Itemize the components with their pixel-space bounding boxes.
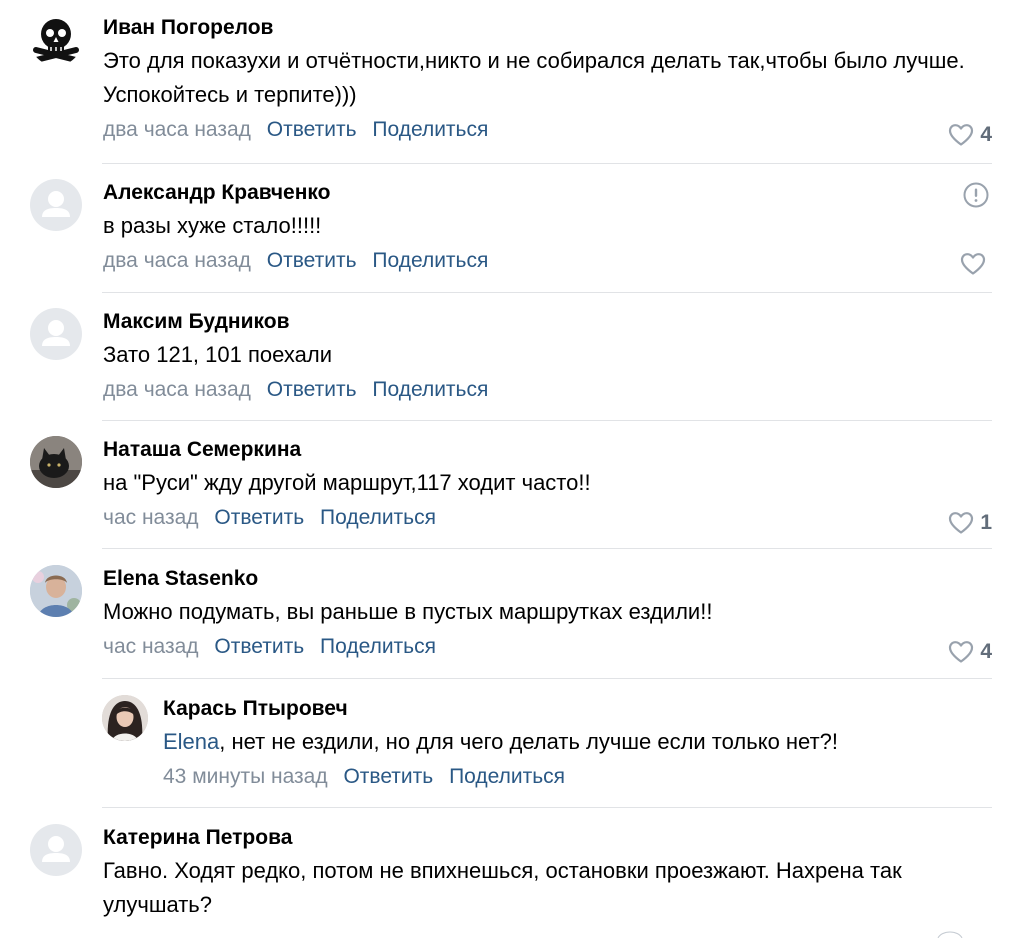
comment-author[interactable]: Александр Кравченко — [103, 179, 992, 207]
divider — [102, 678, 992, 679]
divider — [102, 548, 992, 549]
comment-text: Это для показухи и отчётности,никто и не… — [103, 48, 965, 107]
partial-icon — [937, 931, 963, 938]
default-user-icon — [42, 191, 70, 217]
comment-meta: два часа назад Ответить Поделиться — [103, 116, 992, 144]
comment-body: Максим Будников Зато 121, 101 поехали дв… — [103, 308, 992, 404]
like-count: 4 — [980, 640, 992, 663]
comment-body: Elena Stasenko Можно подумать, вы раньше… — [103, 565, 992, 661]
report-icon[interactable] — [962, 181, 990, 209]
avatar[interactable] — [30, 14, 82, 66]
comment-time[interactable]: 43 минуты назад — [163, 765, 328, 788]
heart-icon — [960, 253, 986, 275]
divider — [102, 420, 992, 421]
reply-link[interactable]: Ответить — [214, 506, 304, 529]
reply-link[interactable]: Ответить — [343, 765, 433, 788]
comment-body: Иван Погорелов Это для показухи и отчётн… — [103, 14, 992, 144]
comment-text: Elena, нет не ездили, но для чего делать… — [163, 725, 992, 759]
avatar[interactable] — [30, 436, 82, 488]
avatar[interactable] — [30, 308, 82, 360]
comment-meta: час назад Ответить Поделиться — [103, 504, 992, 532]
default-user-icon — [42, 320, 70, 346]
divider — [102, 807, 992, 808]
like-count: 4 — [980, 123, 992, 146]
heart-icon — [949, 124, 974, 146]
like-count: 1 — [980, 511, 992, 534]
share-link[interactable]: Поделиться — [372, 378, 488, 401]
avatar[interactable] — [102, 695, 148, 741]
comment-author[interactable]: Карась Птыровеч — [163, 695, 992, 723]
woman-photo-icon — [30, 565, 82, 617]
comment-author[interactable]: Наташа Семеркина — [103, 436, 992, 464]
comment-time[interactable]: два часа назад — [103, 249, 251, 272]
pirate-skull-icon — [33, 19, 79, 63]
share-link[interactable]: Поделиться — [320, 506, 436, 529]
reply-link[interactable]: Ответить — [267, 378, 357, 401]
like-button[interactable]: 1 — [948, 509, 992, 537]
comment-text: Гавно. Ходят редко, потом не впихнешься,… — [103, 858, 902, 917]
comment-text: Зато 121, 101 поехали — [103, 342, 332, 367]
heart-icon — [949, 512, 974, 534]
girl-photo-icon — [102, 695, 148, 741]
comment-author[interactable]: Иван Погорелов — [103, 14, 992, 42]
divider — [102, 292, 992, 293]
comment-meta: два часа назад Ответить Поделиться — [103, 247, 992, 275]
comment-meta: два часа назад Ответить Поделиться — [103, 376, 992, 404]
comment-author[interactable]: Elena Stasenko — [103, 565, 992, 593]
reply-link[interactable]: Ответить — [267, 249, 357, 272]
comment-time[interactable]: два часа назад — [103, 378, 251, 401]
divider — [102, 163, 992, 164]
comment-time[interactable]: час назад — [103, 506, 199, 529]
comment-time[interactable]: два часа назад — [103, 118, 251, 141]
avatar[interactable] — [30, 179, 82, 231]
heart-icon — [949, 641, 974, 663]
comment-text-content: , нет не ездили, но для чего делать лучш… — [219, 729, 838, 754]
comment-text: Можно подумать, вы раньше в пустых маршр… — [103, 599, 713, 624]
like-button[interactable]: 4 — [948, 121, 992, 149]
avatar[interactable] — [30, 824, 82, 876]
comment-body: Александр Кравченко в разы хуже стало!!!… — [103, 179, 992, 275]
comment-body: Катерина Петрова Гавно. Ходят редко, пот… — [103, 824, 992, 922]
comment-author[interactable]: Максим Будников — [103, 308, 992, 336]
like-button[interactable] — [960, 252, 992, 276]
comment-meta: 43 минуты назад Ответить Поделиться — [163, 763, 992, 791]
comment-body: Карась Птыровеч Elena, нет не ездили, но… — [163, 695, 992, 791]
black-cat-photo-icon — [30, 436, 82, 488]
comment-meta: час назад Ответить Поделиться — [103, 633, 992, 661]
reply-link[interactable]: Ответить — [267, 118, 357, 141]
comment-time[interactable]: час назад — [103, 635, 199, 658]
reply-link[interactable]: Ответить — [214, 635, 304, 658]
comment-author[interactable]: Катерина Петрова — [103, 824, 992, 852]
comment-text: в разы хуже стало!!!!! — [103, 213, 322, 238]
comment-body: Наташа Семеркина на "Руси" жду другой ма… — [103, 436, 992, 532]
default-user-icon — [42, 836, 70, 862]
share-link[interactable]: Поделиться — [372, 118, 488, 141]
share-link[interactable]: Поделиться — [449, 765, 565, 788]
like-button[interactable]: 4 — [948, 638, 992, 666]
avatar[interactable] — [30, 565, 82, 617]
comment-text: на "Руси" жду другой маршрут,117 ходит ч… — [103, 470, 591, 495]
share-link[interactable]: Поделиться — [320, 635, 436, 658]
share-link[interactable]: Поделиться — [372, 249, 488, 272]
mention-link[interactable]: Elena — [163, 729, 219, 754]
